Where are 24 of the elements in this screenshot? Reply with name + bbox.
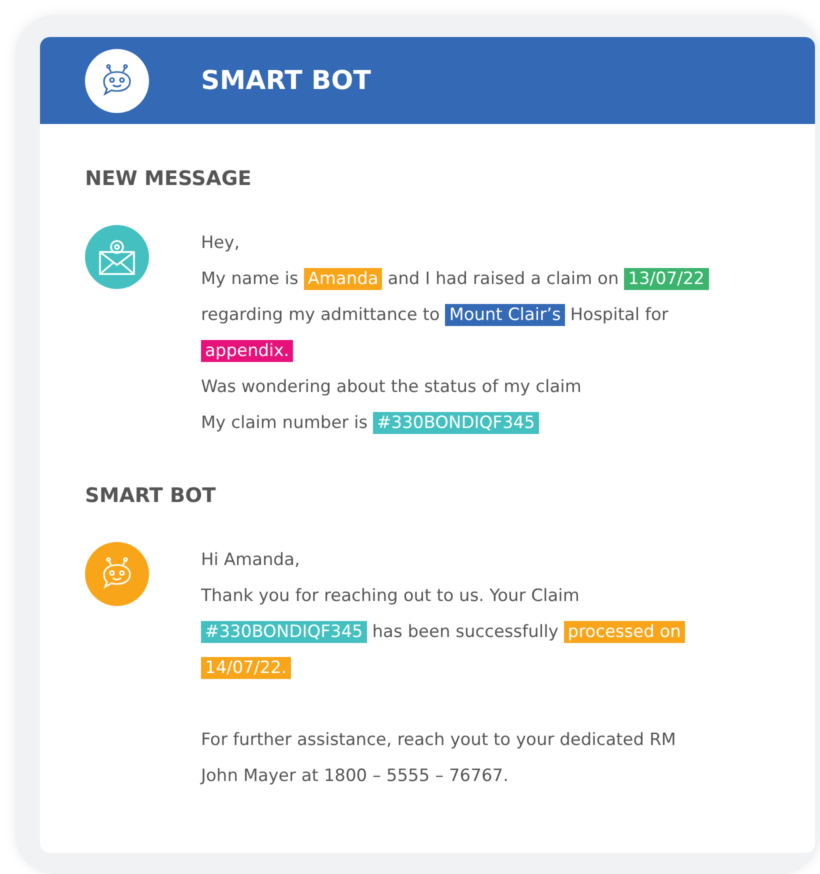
message-text: Hi Amanda, <box>201 550 300 570</box>
header-title: SMART BOT <box>201 66 372 96</box>
highlight-tag: Amanda <box>304 268 382 290</box>
message-text: John Mayer at 1800 – 5555 – 76767. <box>201 766 508 786</box>
highlight-tag: Mount Clair’s <box>445 304 565 326</box>
highlight-tag: 13/07/22 <box>624 268 708 290</box>
message-text: Was wondering about the status of my claim <box>201 377 582 397</box>
sender-heading: NEW MESSAGE <box>85 166 252 190</box>
message-text: regarding my admittance to <box>201 305 441 325</box>
sender-heading: SMART BOT <box>85 483 217 507</box>
message-text: and I had raised a claim on <box>386 269 620 289</box>
message-text: My claim number is <box>201 413 369 433</box>
message-text: My name is <box>201 269 300 289</box>
highlight-tag: appendix. <box>201 340 294 362</box>
highlight-tag: 14/07/22. <box>201 657 291 679</box>
message-text: has been successfully <box>371 622 560 642</box>
envelope-icon <box>97 237 137 277</box>
highlight-tag: #330BONDIQF345 <box>201 621 367 643</box>
message-text: Thank you for reaching out to us. Your Claim <box>201 586 580 606</box>
message-text: Hospital for <box>569 305 668 325</box>
message-text: Hey, <box>201 233 240 253</box>
highlight-tag: #330BONDIQF345 <box>373 412 539 434</box>
highlight-tag: processed on <box>564 621 685 643</box>
message-text: For further assistance, reach yout to your dedicated RM <box>201 730 676 750</box>
